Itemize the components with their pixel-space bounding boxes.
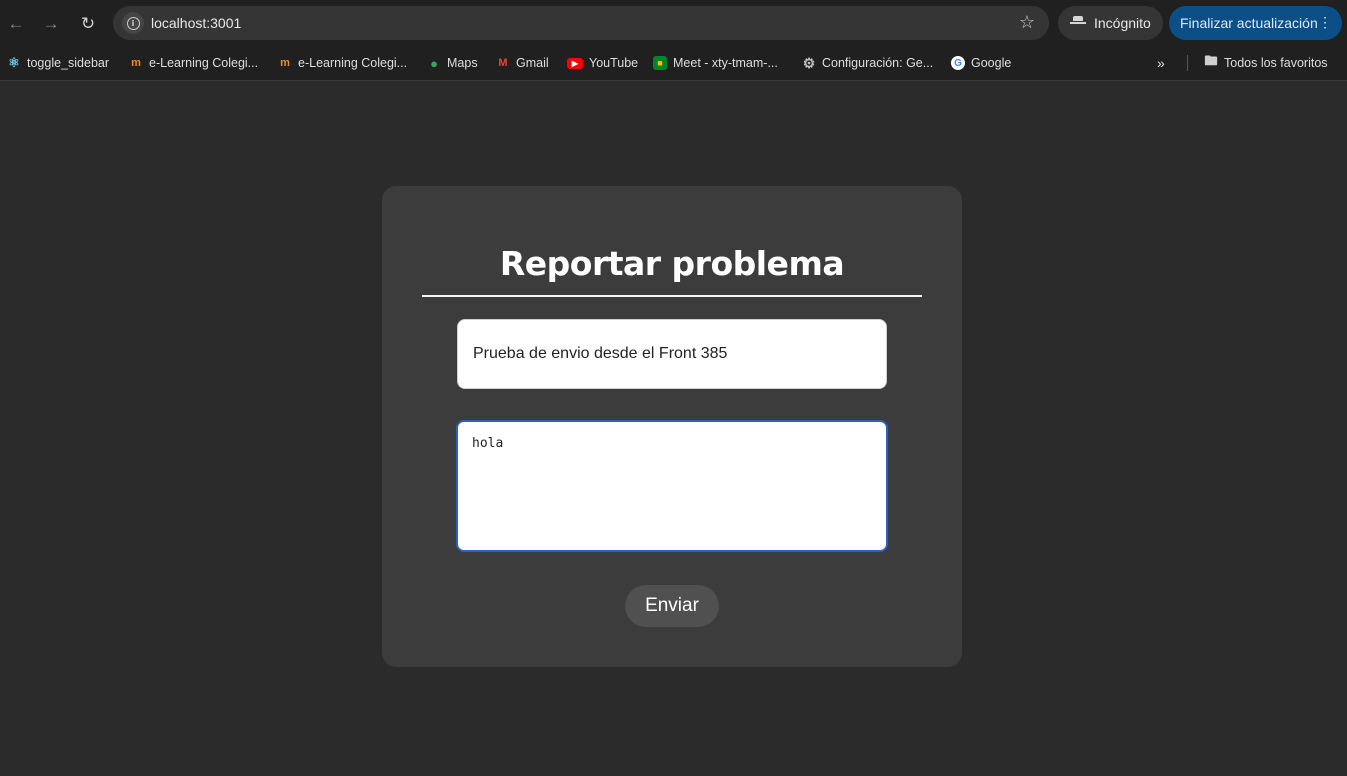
bookmark-label: YouTube	[589, 56, 639, 70]
incognito-label: Incógnito	[1094, 15, 1151, 31]
bookmark-toggle-sidebar[interactable]: ⚛ toggle_sidebar	[7, 53, 109, 73]
description-textarea[interactable]: hola	[456, 420, 888, 552]
incognito-indicator[interactable]: Incógnito	[1058, 6, 1163, 40]
more-bookmarks-chevron-icon[interactable]: »	[1157, 53, 1165, 73]
bookmarks-bar: ⚛ toggle_sidebar m e-Learning Colegi... …	[0, 46, 1347, 81]
youtube-icon: ▶	[567, 57, 583, 69]
url-text[interactable]: localhost:3001	[151, 15, 241, 31]
forward-arrow-icon[interactable]: →	[39, 11, 63, 35]
bookmark-label: toggle_sidebar	[27, 56, 110, 70]
address-bar[interactable]: i localhost:3001 ☆	[113, 6, 1049, 40]
bookmark-elearning-1[interactable]: m e-Learning Colegi...	[129, 53, 258, 73]
moodle-icon: m	[131, 57, 141, 69]
bookmark-gmail[interactable]: M Gmail	[496, 53, 549, 73]
react-icon: ⚛	[8, 55, 20, 70]
browser-toolbar: ← → ↻ i localhost:3001 ☆ Incógnito Final…	[0, 0, 1347, 46]
bookmark-label: Maps	[447, 56, 478, 70]
meet-icon: ■	[653, 56, 667, 70]
maps-pin-icon: ●	[430, 55, 438, 71]
bookmark-meet[interactable]: ■ Meet - xty-tmam-...	[653, 53, 778, 73]
bookmark-label: Configuración: Ge...	[822, 56, 934, 70]
all-bookmarks-label: Todos los favoritos	[1224, 56, 1328, 70]
bookmark-elearning-2[interactable]: m e-Learning Colegi...	[278, 53, 407, 73]
bookmark-label: e-Learning Colegi...	[149, 56, 259, 70]
report-form-card: Reportar problema hola Enviar	[382, 186, 962, 667]
bookmark-youtube[interactable]: ▶ YouTube	[567, 53, 638, 73]
moodle-icon: m	[280, 57, 290, 69]
finish-update-label: Finalizar actualización	[1180, 15, 1318, 31]
menu-kebab-icon[interactable]: ⋮	[1318, 14, 1332, 31]
bookmark-google[interactable]: G Google	[951, 53, 1011, 73]
back-arrow-icon[interactable]: ←	[4, 11, 28, 35]
folder-icon: 🖿	[1204, 53, 1218, 68]
bookmark-configuracion[interactable]: ⚙ Configuración: Ge...	[802, 53, 933, 73]
bookmark-maps[interactable]: ● Maps	[427, 53, 478, 73]
bookmarks-divider	[1187, 55, 1188, 71]
title-divider	[422, 295, 922, 297]
gmail-icon: M	[498, 57, 508, 69]
gear-icon: ⚙	[802, 54, 816, 71]
reload-icon[interactable]: ↻	[76, 11, 100, 35]
bookmark-label: e-Learning Colegi...	[298, 56, 408, 70]
subject-input[interactable]	[457, 319, 887, 389]
bookmark-label: Google	[971, 56, 1012, 70]
finish-update-button[interactable]: Finalizar actualización ⋮	[1169, 6, 1342, 40]
bookmark-label: Gmail	[516, 56, 549, 70]
page-title: Reportar problema	[499, 244, 845, 283]
incognito-icon	[1070, 16, 1086, 30]
submit-button[interactable]: Enviar	[625, 585, 719, 627]
all-bookmarks-folder[interactable]: 🖿 Todos los favoritos	[1204, 53, 1328, 73]
bookmark-label: Meet - xty-tmam-...	[673, 56, 778, 70]
google-icon: G	[951, 56, 965, 70]
bookmark-star-icon[interactable]: ☆	[1019, 12, 1035, 33]
site-info-icon[interactable]: i	[122, 12, 144, 34]
